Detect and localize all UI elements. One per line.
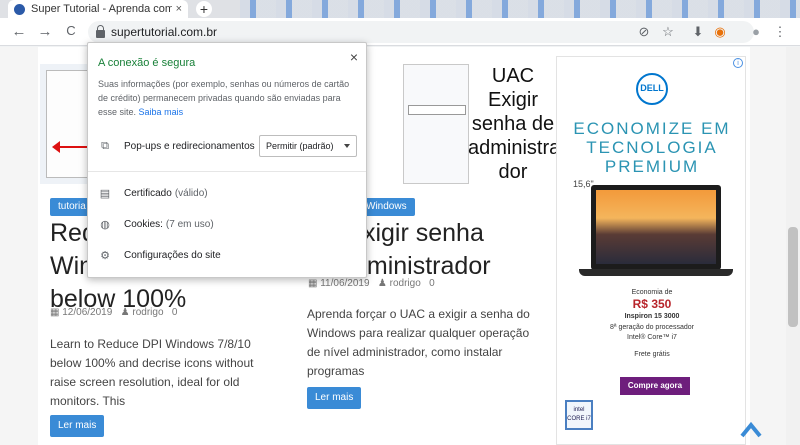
reload-icon[interactable]: C xyxy=(62,23,80,38)
post-meta: ▦ 12/06/2019 ♟ rodrigo 0 xyxy=(50,307,177,318)
thumb-text-line: senha de xyxy=(471,113,555,135)
description-text: Suas informações (por exemplo, senhas ou… xyxy=(98,79,350,117)
ad-info-icon[interactable]: i xyxy=(733,58,743,68)
forward-icon[interactable]: → xyxy=(36,23,54,40)
gear-icon: ⚙ xyxy=(100,250,110,262)
page-scrollbar[interactable] xyxy=(786,47,800,445)
post-date: 12/06/2019 xyxy=(62,307,113,318)
uac-thumbnail[interactable] xyxy=(403,64,469,184)
lock-icon[interactable] xyxy=(96,24,105,38)
ad-model: Inspiron 15 3000 xyxy=(624,313,680,320)
post-excerpt: Learn to Reduce DPI Windows 7/8/10 below… xyxy=(50,335,280,411)
author-icon: ♟ xyxy=(377,278,390,289)
post-meta: ▦ 11/06/2019 ♟ rodrigo 0 xyxy=(308,278,435,289)
extension-icon[interactable]: ⊘ xyxy=(636,24,652,40)
calendar-icon: ▦ xyxy=(50,307,63,318)
url-text: supertutorial.com.br xyxy=(111,25,218,39)
ad-price: R$ 350 xyxy=(632,297,672,311)
popup-close-icon[interactable]: × xyxy=(350,49,358,65)
certificate-icon: ▤ xyxy=(99,188,111,200)
scrollbar-thumb[interactable] xyxy=(788,227,798,327)
scroll-to-top-icon[interactable] xyxy=(740,420,762,438)
address-bar[interactable]: supertutorial.com.br xyxy=(88,21,754,43)
uac-thumbnail-text: UAC Exigir senha de administra dor xyxy=(468,64,561,184)
excerpt-line: de nível administrador, como instalar xyxy=(307,345,503,359)
cookies-label: Cookies: xyxy=(124,219,163,230)
menu-icon[interactable]: ⋮ xyxy=(772,24,788,40)
excerpt-line: Aprenda forçar o UAC a exigir a senha do xyxy=(307,307,530,321)
account-icon[interactable]: ● xyxy=(748,24,764,39)
external-link-icon: ⧉ xyxy=(101,140,109,152)
new-tab-button[interactable]: + xyxy=(196,1,212,17)
chevron-down-icon xyxy=(344,144,350,151)
connection-description: Suas informações (por exemplo, senhas ou… xyxy=(98,77,360,119)
thumb-text-line: Exigir xyxy=(487,89,538,111)
excerpt-line: Learn to Reduce DPI Windows 7/8/10 xyxy=(50,337,251,351)
dell-logo: DELL xyxy=(636,73,668,105)
author-icon: ♟ xyxy=(120,307,133,318)
browser-tab[interactable]: Super Tutorial - Aprenda com tu × xyxy=(8,0,188,18)
ad-shipping: Frete grátis xyxy=(634,351,670,358)
ad-headline-2: TECNOLOGIA xyxy=(586,138,718,157)
post-author[interactable]: rodrigo xyxy=(390,278,421,289)
back-icon[interactable]: ← xyxy=(10,23,28,40)
post-comments[interactable]: 0 xyxy=(172,307,178,318)
excerpt-line: raise screen resolution, ideal for old xyxy=(50,375,240,389)
cookies-row[interactable]: ◍ Cookies: (7 em uso) xyxy=(98,218,214,231)
site-settings-row[interactable]: ⚙ Configurações do site xyxy=(98,249,221,262)
post-comments[interactable]: 0 xyxy=(429,278,435,289)
certificate-row[interactable]: ▤ Certificado (válido) xyxy=(98,187,208,200)
intel-badge: intel CORE i7 xyxy=(565,400,593,430)
cookie-icon: ◍ xyxy=(100,219,110,231)
popups-select-value: Permitir (padrão) xyxy=(266,141,334,151)
excerpt-line: Windows para realizar qualquer operação xyxy=(307,326,530,340)
post-excerpt: Aprenda forçar o UAC a exigir a senha do… xyxy=(307,305,547,381)
read-more-button[interactable]: Ler mais xyxy=(307,387,362,409)
ad-cpu: Intel® Core™ i7 xyxy=(627,334,677,341)
ad-headline-1: ECONOMIZE EM xyxy=(573,119,731,138)
popups-row: ⧉ Pop-ups e redirecionamentos xyxy=(98,140,255,153)
tab-title: Super Tutorial - Aprenda com tu xyxy=(31,3,172,15)
password-field-illustration xyxy=(408,105,466,115)
certificate-status: (válido) xyxy=(174,188,208,199)
laptop-image xyxy=(591,185,721,270)
ad-headline-3: PREMIUM xyxy=(604,157,700,176)
background-strip xyxy=(240,0,800,18)
excerpt-line: programas xyxy=(307,364,365,378)
ad-generation: 8ª geração do processador xyxy=(610,324,694,331)
calendar-icon: ▦ xyxy=(308,278,321,289)
site-favicon-icon xyxy=(14,3,25,15)
cookies-count: (7 em uso) xyxy=(165,219,214,230)
learn-more-link[interactable]: Saiba mais xyxy=(139,107,184,117)
thumb-text-line: administra xyxy=(468,137,561,159)
buy-now-button[interactable]: Compre agora xyxy=(620,377,690,395)
site-info-popup: × A conexão é segura Suas informações (p… xyxy=(87,42,367,278)
dell-ad[interactable]: i DELL ECONOMIZE EM TECNOLOGIA PREMIUM 1… xyxy=(556,56,746,445)
bookmark-star-icon[interactable]: ☆ xyxy=(660,24,676,40)
thumb-text-line: dor xyxy=(498,161,528,183)
profile-extension-icon[interactable]: ◉ xyxy=(712,24,728,40)
laptop-screen xyxy=(596,190,716,264)
certificate-label: Certificado xyxy=(124,188,172,199)
thumb-text-line: UAC xyxy=(491,65,535,87)
download-icon[interactable]: ⬇ xyxy=(690,24,706,40)
connection-secure-title: A conexão é segura xyxy=(98,57,196,69)
post-date: 11/06/2019 xyxy=(320,278,370,289)
read-more-button[interactable]: Ler mais xyxy=(50,415,105,437)
site-settings-label: Configurações do site xyxy=(124,250,221,261)
ad-economy-label: Economia de xyxy=(631,289,673,296)
excerpt-line: below 100% and decrise icons without xyxy=(50,356,254,370)
popups-label: Pop-ups e redirecionamentos xyxy=(124,141,255,152)
divider xyxy=(88,171,366,172)
laptop-base xyxy=(579,269,733,276)
post-author[interactable]: rodrigo xyxy=(132,307,163,318)
tab-close-icon[interactable]: × xyxy=(176,3,182,15)
popups-select[interactable]: Permitir (padrão) xyxy=(259,135,357,157)
tab-strip: Super Tutorial - Aprenda com tu × + xyxy=(0,0,800,18)
excerpt-line: monitors. This xyxy=(50,394,126,408)
